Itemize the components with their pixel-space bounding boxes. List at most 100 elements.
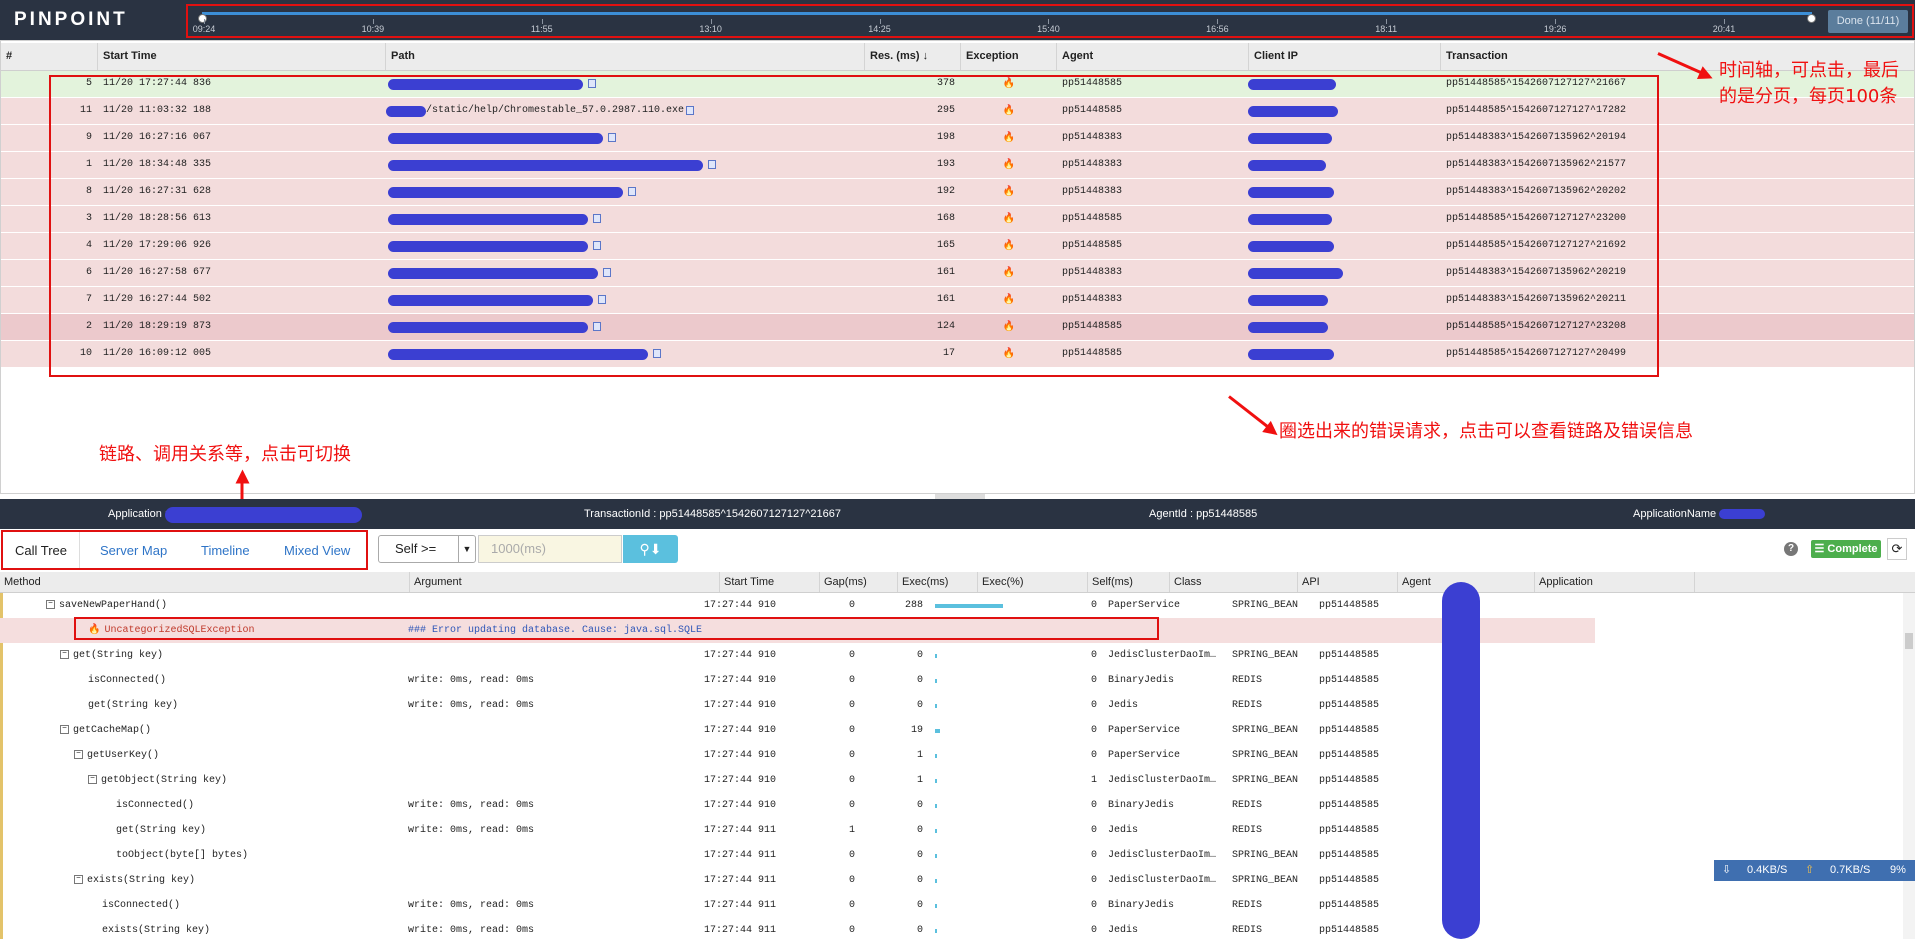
row-transaction[interactable]: pp51448585^1542607127127^21692 [1441,233,1914,259]
self-filter-select[interactable]: Self >= ▼ [378,535,476,563]
timeline-start-handle[interactable] [198,14,207,23]
col-application[interactable]: Application [1535,572,1695,592]
row-transaction[interactable]: pp51448585^1542607127127^23200 [1441,206,1914,232]
redacted-path [388,295,593,306]
col-agent[interactable]: Agent [1057,43,1249,70]
transaction-row[interactable]: 4 11/20 17:29:06 926 165 🔥 pp51448585 pp51448… [1,233,1914,260]
tab-call-tree[interactable]: Call Tree [3,532,81,568]
col-path[interactable]: Path [386,43,865,70]
row-transaction[interactable]: pp51448585^1542607127127^20499 [1441,341,1914,367]
document-icon[interactable] [608,133,616,142]
transaction-row[interactable]: 3 11/20 18:28:56 613 168 🔥 pp51448585 pp51448… [1,206,1914,233]
complete-button[interactable]: ☰ Complete [1811,540,1881,558]
col-exec[interactable]: Exec(ms) [898,572,978,592]
document-icon[interactable] [653,349,661,358]
row-transaction[interactable]: pp51448585^1542607127127^23208 [1441,314,1914,340]
redacted-client-ip [1248,133,1332,144]
call-tree-row[interactable]: − exists(String key) 17:27:44 911 0 0 0 JedisC… [0,868,1600,893]
transaction-row[interactable]: 11 11/20 11:03:32 188/static/help/Chromes… [1,98,1914,125]
transaction-row[interactable]: 2 11/20 18:29:19 873 124 🔥 pp51448585 pp51448… [1,314,1914,341]
call-tree-row[interactable]: exists(String key) write: 0ms, read: 0ms 1… [0,918,1600,939]
col-class[interactable]: Class [1170,572,1298,592]
tree-collapse-icon[interactable]: − [88,774,97,784]
col-argument[interactable]: Argument [410,572,720,592]
method-name: isConnected() [116,800,195,811]
call-tree-row[interactable]: get(String key) write: 0ms, read: 0ms 17:2… [0,693,1600,718]
call-tree-row[interactable]: get(String key) write: 0ms, read: 0ms 17:2… [0,818,1600,843]
col-method[interactable]: Method [0,572,410,592]
transaction-row[interactable]: 9 11/20 16:27:16 067 198 🔥 pp51448383 pp51448… [1,125,1914,152]
transaction-row[interactable]: 10 11/20 16:09:12 005 17 🔥 pp51448585 pp51448… [1,341,1914,368]
call-tree-row[interactable]: isConnected() write: 0ms, read: 0ms 17:27:… [0,793,1600,818]
tree-collapse-icon[interactable]: − [60,649,69,659]
transaction-row[interactable]: 1 11/20 18:34:48 335 193 🔥 pp51448383 pp51448… [1,152,1914,179]
document-icon[interactable] [628,187,636,196]
document-icon[interactable] [598,295,606,304]
col-exception[interactable]: Exception [961,43,1057,70]
timeline-end-handle[interactable] [1807,14,1816,23]
call-tree-row[interactable]: − saveNewPaperHand() 17:27:44 910 0 288 0 Pape… [0,593,1600,618]
col-call-start-time[interactable]: Start Time [720,572,820,592]
document-icon[interactable] [593,241,601,250]
call-tree-row[interactable]: isConnected() write: 0ms, read: 0ms 17:27:… [0,893,1600,918]
call-tree-row[interactable]: − get(String key) 17:27:44 910 0 0 0 JedisClus… [0,643,1600,668]
timeline-tick-label: 10:39 [361,24,385,34]
refresh-icon[interactable]: ⟳ [1887,538,1907,560]
col-client-ip[interactable]: Client IP [1249,43,1441,70]
row-transaction[interactable]: pp51448383^1542607135962^21577 [1441,152,1914,178]
threshold-input[interactable]: 1000(ms) [478,535,622,563]
document-icon[interactable] [593,322,601,331]
tab-server-map[interactable]: Server Map [88,532,179,568]
call-tree-row[interactable]: − getCacheMap() 17:27:44 910 0 19 0 PaperServi… [0,718,1600,743]
exec-cell: 1 [916,750,923,761]
call-tree-row[interactable]: − getObject(String key) 17:27:44 910 0 1 1 Jed… [0,768,1600,793]
col-api[interactable]: API [1298,572,1398,592]
tab-mixed-view[interactable]: Mixed View [272,532,362,568]
call-tree-row[interactable]: isConnected() write: 0ms, read: 0ms 17:27:… [0,668,1600,693]
col-start-time[interactable]: Start Time [98,43,386,70]
transaction-row[interactable]: 6 11/20 16:27:58 677 161 🔥 pp51448383 pp51448… [1,260,1914,287]
scrollbar-thumb[interactable] [1905,633,1913,649]
paging-done-button[interactable]: Done (11/11) [1828,10,1908,33]
document-icon[interactable] [603,268,611,277]
document-icon[interactable] [588,79,596,88]
view-tabs: Call Tree Server Map Timeline Mixed View [1,530,368,570]
row-transaction[interactable]: pp51448383^1542607135962^20202 [1441,179,1914,205]
tree-collapse-icon[interactable]: − [74,874,83,884]
gap-cell: 0 [848,800,855,811]
help-icon[interactable]: ? [1784,542,1798,556]
method-cell: − getObject(String key) [84,768,410,793]
transaction-id: TransactionId : pp51448585^1542607127127… [584,508,842,520]
call-tree-row[interactable]: − getUserKey() 17:27:44 910 0 1 0 PaperService… [0,743,1600,768]
timeline-scatter-range[interactable]: 09:24 10:39 11:55 13:10 14:25 15:40 16:56 18:11… [186,4,1914,38]
tree-collapse-icon[interactable]: − [46,599,55,609]
document-icon[interactable] [593,214,601,223]
col-res-ms[interactable]: Res. (ms) ↓ [865,43,961,70]
col-gap[interactable]: Gap(ms) [820,572,898,592]
col-index[interactable]: # [1,43,98,70]
document-icon[interactable] [686,106,694,115]
transaction-row[interactable]: 7 11/20 16:27:44 502 161 🔥 pp51448383 pp51448… [1,287,1914,314]
document-icon[interactable] [708,160,716,169]
search-down-button[interactable]: ⚲⬇ [623,535,678,563]
col-self[interactable]: Self(ms) [1088,572,1170,592]
transaction-row[interactable]: 5 11/20 17:27:44 836 378 🔥 pp51448585 pp51448… [1,71,1914,98]
class-cell: Jedis [1108,925,1139,936]
call-tree-row[interactable]: toObject(byte[] bytes) 17:27:44 911 0 0 0 Jed… [0,843,1600,868]
transaction-row[interactable]: 8 11/20 16:27:31 628 192 🔥 pp51448383 pp51448… [1,179,1914,206]
row-res-ms: 193 [936,159,955,170]
call-tree-scrollbar[interactable] [1903,593,1915,939]
row-transaction[interactable]: pp51448383^1542607135962^20211 [1441,287,1914,313]
row-transaction[interactable]: pp51448383^1542607135962^20219 [1441,260,1914,286]
timeline-track[interactable] [198,12,1816,23]
self-cell: 0 [1090,850,1097,861]
row-path[interactable]: /static/help/Chromestable_57.0.2987.110.… [386,98,865,124]
method-name: exists(String key) [87,875,196,886]
tab-timeline[interactable]: Timeline [189,532,262,568]
pinpoint-logo[interactable]: PINPOINT [14,9,128,31]
row-transaction[interactable]: pp51448383^1542607135962^20194 [1441,125,1914,151]
self-cell: 0 [1090,925,1097,936]
tree-collapse-icon[interactable]: − [74,749,83,759]
tree-collapse-icon[interactable]: − [60,724,69,734]
col-exec-pct[interactable]: Exec(%) [978,572,1088,592]
